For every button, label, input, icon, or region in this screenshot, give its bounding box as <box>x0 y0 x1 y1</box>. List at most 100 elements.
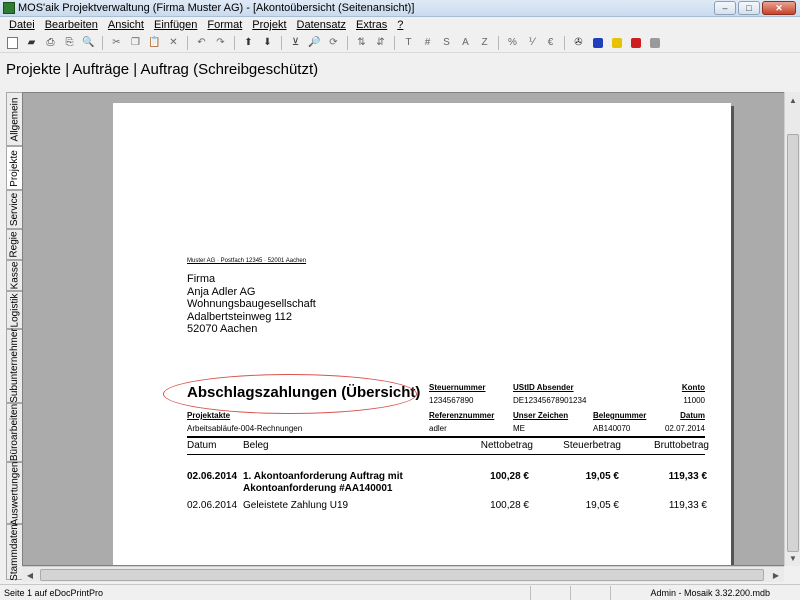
print-setup-icon[interactable]: ⎘ <box>61 35 78 51</box>
tab-bueroarbeiten[interactable]: Büroarbeiten <box>6 402 22 463</box>
currency-icon[interactable]: € <box>542 35 559 51</box>
row-steuer: 19,05 € <box>585 500 619 511</box>
tab-service[interactable]: Service <box>6 190 22 229</box>
copy-icon[interactable]: ❐ <box>127 35 144 51</box>
tab-auswertungen[interactable]: Auswertungen <box>6 461 22 526</box>
menu-einfuegen[interactable]: Einfügen <box>149 19 202 31</box>
lock-yellow-icon[interactable] <box>608 35 625 51</box>
ustid-value: DE12345678901234 <box>513 396 587 405</box>
scroll-left-icon[interactable]: ◀ <box>22 567 38 583</box>
format-a-button[interactable]: A <box>457 35 474 51</box>
window-controls: – □ ✕ <box>714 1 796 15</box>
format-s-button[interactable]: S <box>438 35 455 51</box>
row-datum: 02.06.2014 <box>187 500 238 511</box>
vertical-scroll-thumb[interactable] <box>787 134 799 552</box>
vertical-scrollbar[interactable]: ▲ ▼ <box>784 92 800 566</box>
datum-value: 02.07.2014 <box>664 424 705 433</box>
status-cell <box>610 585 650 600</box>
tab-label: Auswertungen <box>9 461 20 526</box>
format-z-button[interactable]: Z <box>476 35 493 51</box>
cut-icon[interactable]: ✂ <box>108 35 125 51</box>
referenz-value: adler <box>429 424 447 433</box>
tab-allgemein[interactable]: Allgemein <box>6 92 22 146</box>
tab-label: Regie <box>9 231 21 258</box>
tab-stammdaten[interactable]: Stammdaten <box>6 524 22 580</box>
konto-label: Konto <box>681 383 705 392</box>
ustid-label: UStID Absender <box>513 383 574 392</box>
menu-projekt[interactable]: Projekt <box>247 19 291 31</box>
paste-icon[interactable]: 📋 <box>146 35 163 51</box>
menu-extras[interactable]: Extras <box>351 19 392 31</box>
number-format-button[interactable]: # <box>419 35 436 51</box>
sender-line: Muster AG · Postfach 12345 · 52001 Aache… <box>187 258 307 264</box>
menu-ansicht[interactable]: Ansicht <box>103 19 149 31</box>
tab-logistik[interactable]: Logistik <box>6 290 22 330</box>
new-document-icon[interactable] <box>4 35 21 51</box>
status-user-db: Admin - Mosaik 3.32.200.mdb <box>650 587 770 598</box>
minimize-button[interactable]: – <box>714 1 736 15</box>
tab-regie[interactable]: Regie <box>6 228 22 260</box>
row-steuer: 19,05 € <box>585 471 619 482</box>
print-preview-area[interactable]: Muster AG · Postfach 12345 · 52001 Aache… <box>22 92 786 566</box>
tab-kasse[interactable]: Kasse <box>6 259 22 291</box>
text-format-t-button[interactable]: T <box>400 35 417 51</box>
horizontal-scroll-thumb[interactable] <box>40 569 764 581</box>
tab-subunternehmer[interactable]: Subunternehmer <box>6 329 22 403</box>
menu-format[interactable]: Format <box>202 19 247 31</box>
title-bar: MOS'aik Projektverwaltung (Firma Muster … <box>0 0 800 17</box>
scroll-down-icon[interactable]: ▼ <box>785 550 800 566</box>
lock-red-icon[interactable] <box>627 35 644 51</box>
status-cell <box>530 585 570 600</box>
lock-blue-icon[interactable] <box>589 35 606 51</box>
title-highlight-ellipse <box>163 374 417 414</box>
row-datum: 02.06.2014 <box>187 471 238 482</box>
zeichen-value: ME <box>513 424 525 433</box>
tools-icon[interactable]: ✇ <box>570 35 587 51</box>
referenz-label: Referenznummer <box>429 411 495 420</box>
arrow-up-icon[interactable]: ⬆ <box>240 35 257 51</box>
row-netto: 100,28 € <box>490 471 529 482</box>
row-beleg: 1. Akontoanforderung Auftrag mit <box>243 471 403 482</box>
find-icon[interactable]: 🔎 <box>306 35 323 51</box>
toolbar: ▰ ⎙ ⎘ 🔍 ✂ ❐ 📋 ✕ ↶ ↷ ⬆ ⬇ ⊻ 🔎 ⟳ ⇅ ⇵ T # S … <box>0 33 800 53</box>
maximize-button[interactable]: □ <box>738 1 760 15</box>
menu-bearbeiten[interactable]: Bearbeiten <box>40 19 103 31</box>
col-header-steuer: Steuerbetrag <box>563 440 621 451</box>
decimal-icon[interactable]: ⅟ <box>523 35 540 51</box>
col-header-brutto: Bruttobetrag <box>653 440 709 451</box>
menu-datei[interactable]: Datei <box>4 19 40 31</box>
menu-help[interactable]: ? <box>392 19 408 31</box>
app-icon[interactable] <box>3 2 15 14</box>
scroll-right-icon[interactable]: ▶ <box>768 567 784 583</box>
undo-icon[interactable]: ↶ <box>193 35 210 51</box>
delete-icon[interactable]: ✕ <box>165 35 182 51</box>
tab-label: Projekte <box>9 149 20 187</box>
scroll-up-icon[interactable]: ▲ <box>785 92 800 108</box>
print-preview-icon[interactable]: 🔍 <box>80 35 97 51</box>
status-bar: Seite 1 auf eDocPrintPro Admin - Mosaik … <box>0 584 800 600</box>
percent-button[interactable]: % <box>504 35 521 51</box>
horizontal-scrollbar[interactable]: ◀ ▶ <box>22 566 784 582</box>
side-tabs: Allgemein Projekte Service Regie Kasse L… <box>6 92 22 580</box>
close-button[interactable]: ✕ <box>762 1 796 15</box>
sort-descending-icon[interactable]: ⇵ <box>372 35 389 51</box>
print-icon[interactable]: ⎙ <box>42 35 59 51</box>
document-page: Muster AG · Postfach 12345 · 52001 Aache… <box>113 103 731 565</box>
lock-gray-icon[interactable] <box>646 35 663 51</box>
toolbar-separator <box>281 35 282 50</box>
sort-ascending-icon[interactable]: ⇅ <box>353 35 370 51</box>
row-netto: 100,28 € <box>490 500 529 511</box>
arrow-down-icon[interactable]: ⬇ <box>259 35 276 51</box>
tab-projekte[interactable]: Projekte <box>6 146 22 191</box>
open-folder-icon[interactable]: ▰ <box>23 35 40 51</box>
address-line: Wohnungsbaugesellschaft <box>187 298 316 310</box>
steuernummer-label: Steuernummer <box>429 383 486 392</box>
refresh-icon[interactable]: ⟳ <box>325 35 342 51</box>
projektakte-value: Arbeitsabläufe-004-Rechnungen <box>187 424 303 433</box>
toolbar-separator <box>187 35 188 50</box>
menu-datensatz[interactable]: Datensatz <box>292 19 352 31</box>
toolbar-separator <box>234 35 235 50</box>
toolbar-separator <box>394 35 395 50</box>
filter-icon[interactable]: ⊻ <box>287 35 304 51</box>
redo-icon[interactable]: ↷ <box>212 35 229 51</box>
